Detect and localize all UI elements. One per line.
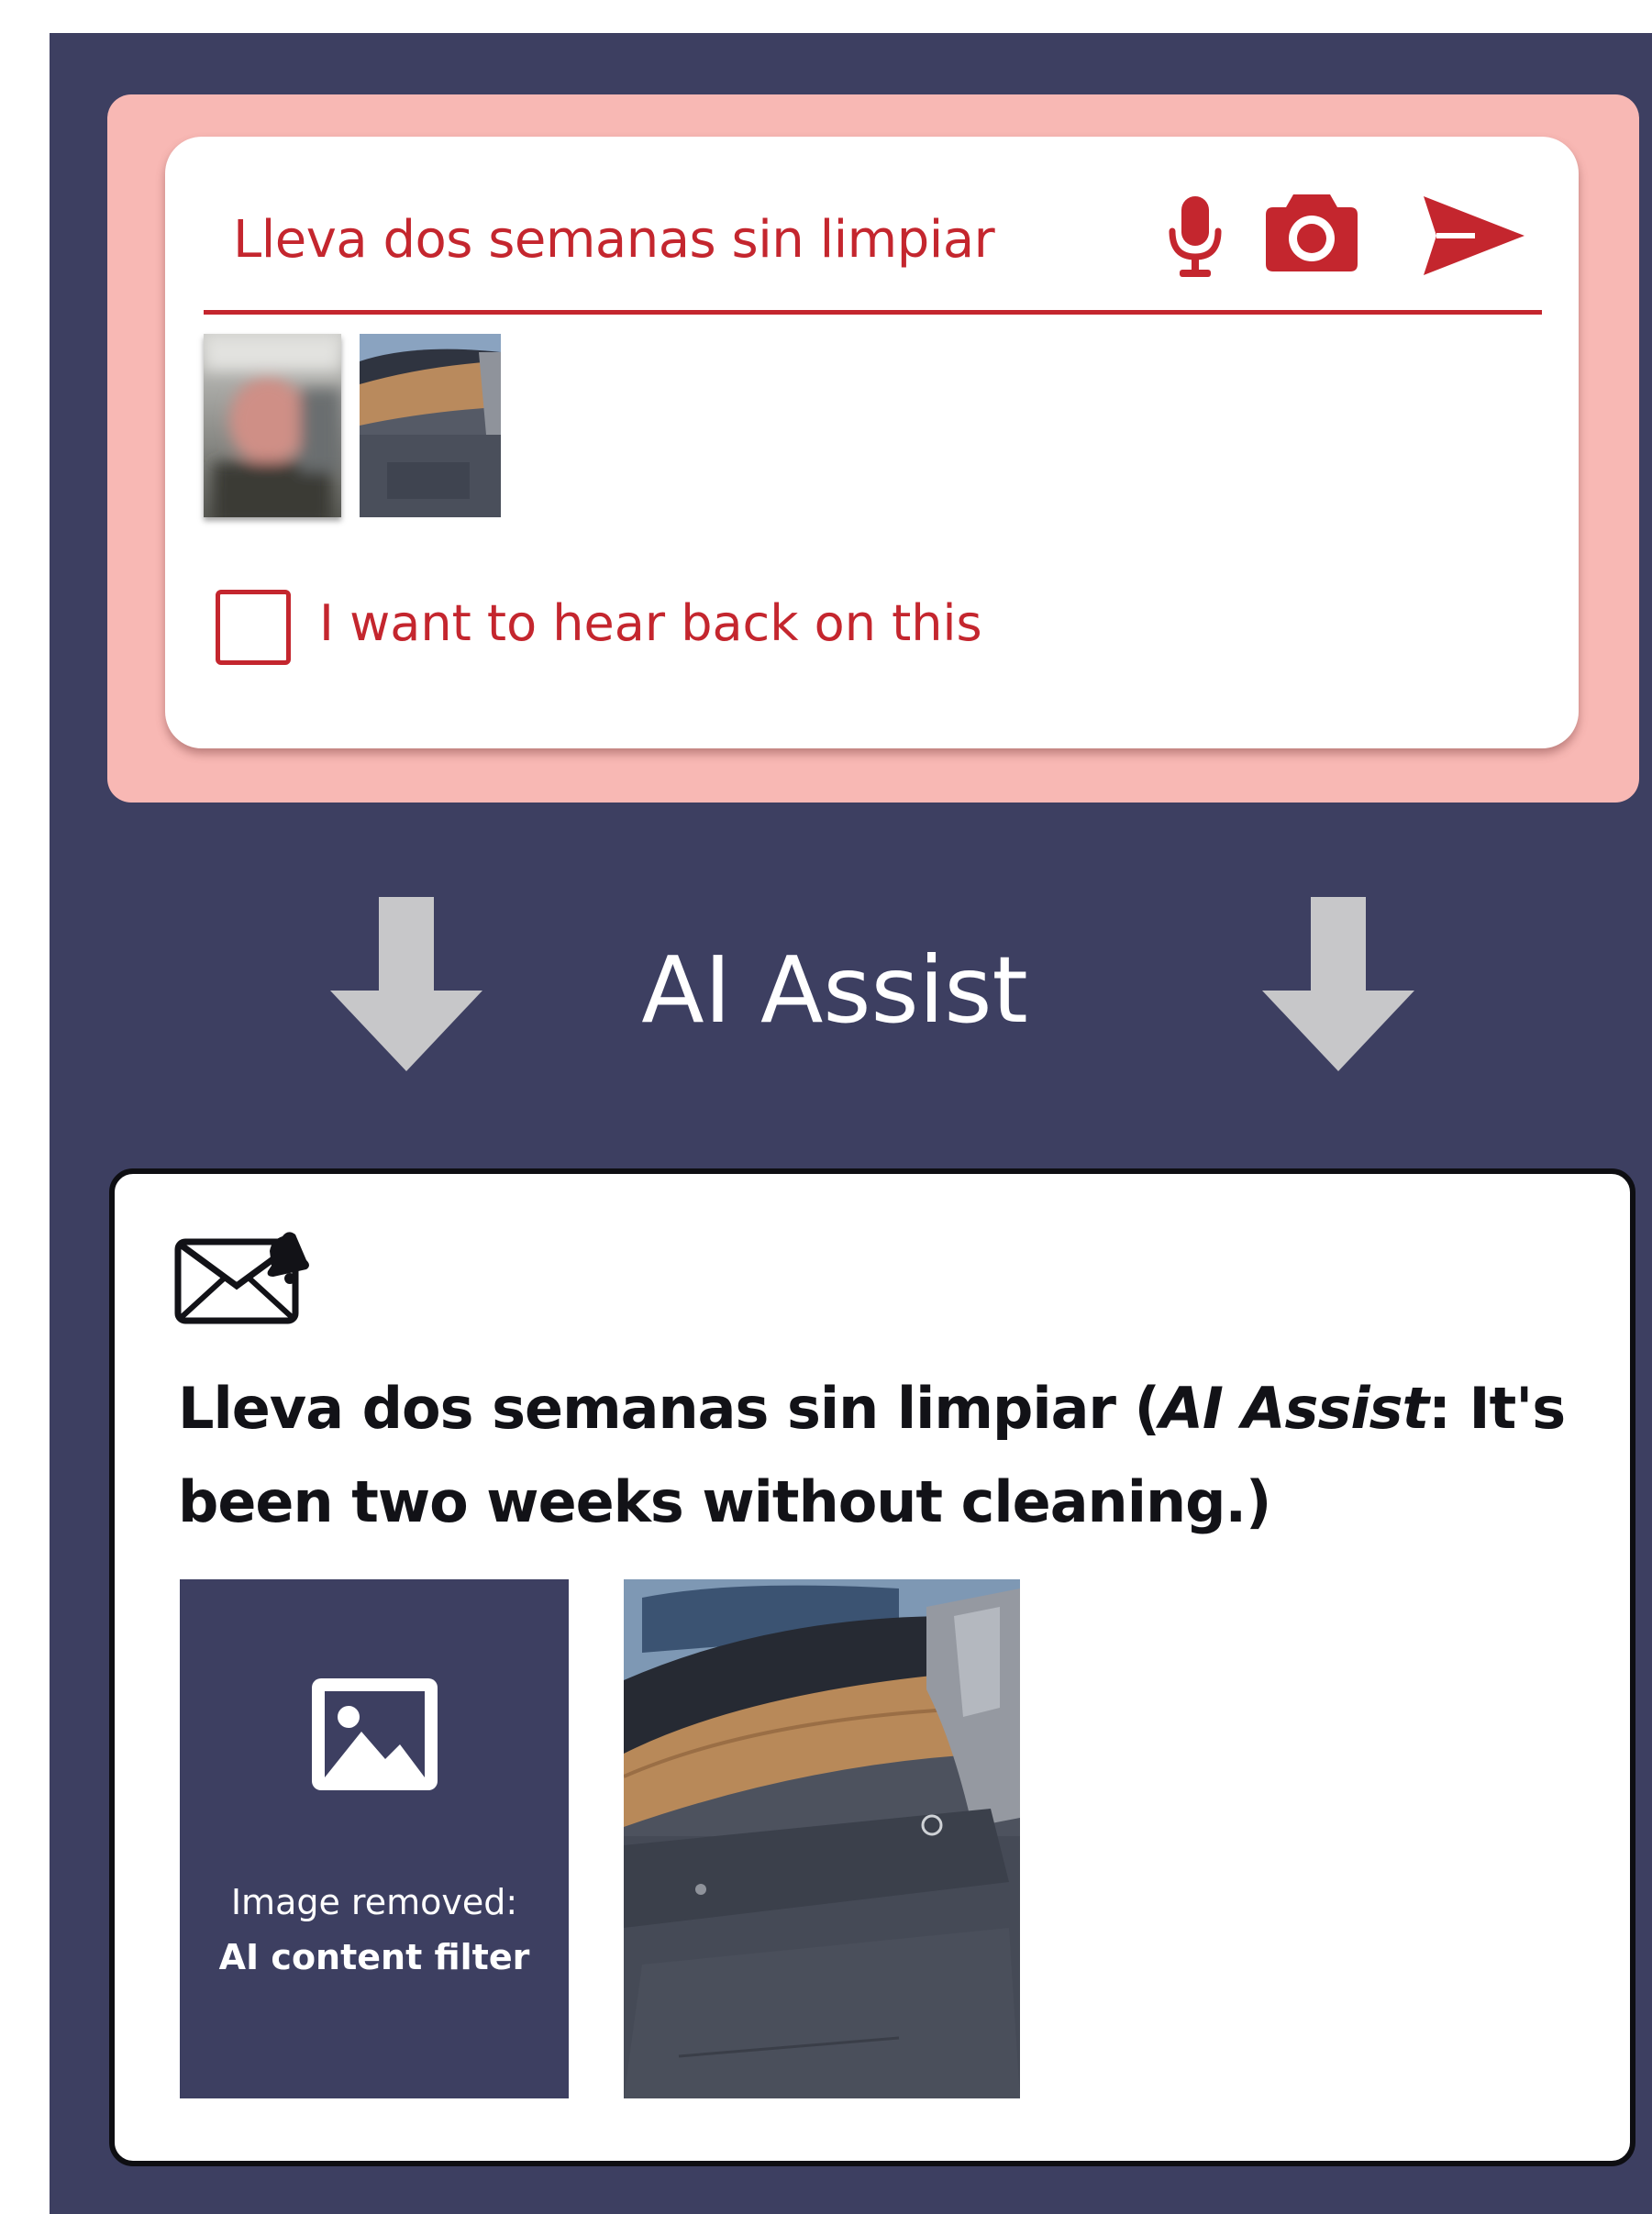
- attachment-thumbnail-person[interactable]: [204, 334, 341, 517]
- hear-back-checkbox-label: I want to hear back on this: [319, 594, 982, 652]
- input-underline: [204, 310, 1542, 315]
- arrow-down-icon: [1262, 897, 1414, 1071]
- microphone-icon[interactable]: [1163, 193, 1227, 281]
- ai-assist-title: AI Assist: [641, 936, 1028, 1044]
- removed-caption-line1: Image removed:: [230, 1882, 518, 1922]
- removed-caption-line2: AI content filter: [218, 1937, 530, 1977]
- envelope-bell-icon: [174, 1229, 312, 1326]
- message-input[interactable]: Lleva dos semanas sin limpiar: [233, 204, 1150, 277]
- arrow-down-icon: [330, 897, 482, 1071]
- hear-back-checkbox[interactable]: [216, 590, 291, 665]
- original-message-text: Lleva dos semanas sin limpiar (: [178, 1375, 1160, 1442]
- image-icon: [308, 1675, 441, 1794]
- dispenser-photo[interactable]: [624, 1579, 1020, 2098]
- ai-assist-label: AI Assist: [1159, 1375, 1429, 1442]
- removed-image-placeholder: [180, 1579, 569, 2098]
- attachment-thumbnail-dispenser[interactable]: [360, 334, 501, 517]
- send-icon[interactable]: [1420, 193, 1528, 279]
- removed-image-caption: Image removed: AI content filter: [180, 1875, 569, 1985]
- translated-message: Lleva dos semanas sin limpiar (AI Assist…: [178, 1362, 1609, 1549]
- camera-icon[interactable]: [1264, 189, 1359, 273]
